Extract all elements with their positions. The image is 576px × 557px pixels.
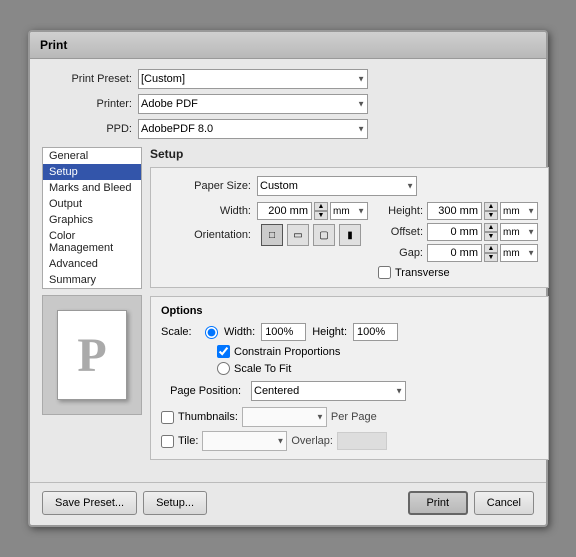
height-label: Height: <box>378 205 423 217</box>
scale-to-fit-label: Scale To Fit <box>234 363 291 375</box>
preset-select[interactable]: [Custom] <box>138 69 368 89</box>
setup-section-title: Setup <box>150 147 549 161</box>
constrain-checkbox[interactable] <box>217 345 230 358</box>
nav-item-setup[interactable]: Setup <box>43 164 141 180</box>
width-spinner-btns: ▲ ▼ <box>314 202 328 220</box>
height-spinner[interactable]: ▲ ▼ mm <box>427 202 538 220</box>
overlap-label: Overlap: <box>291 435 333 447</box>
transverse-checkbox[interactable] <box>378 266 391 279</box>
nav-item-general[interactable]: General <box>43 148 141 164</box>
print-button[interactable]: Print <box>408 491 468 515</box>
height-unit-wrapper[interactable]: mm <box>500 202 538 220</box>
height-scale-input[interactable] <box>353 323 398 341</box>
paper-size-label: Paper Size: <box>161 180 251 192</box>
width-radio-label: Width: <box>224 326 255 338</box>
nav-item-advanced[interactable]: Advanced <box>43 256 141 272</box>
dialog-title: Print <box>30 32 546 59</box>
transverse-label: Transverse <box>395 267 450 279</box>
thumbnails-label: Thumbnails: <box>178 411 238 423</box>
save-preset-button[interactable]: Save Preset... <box>42 491 137 515</box>
offset-spinner-btns: ▲ ▼ <box>484 223 498 241</box>
thumbnails-select-wrapper[interactable] <box>242 407 327 427</box>
cancel-button[interactable]: Cancel <box>474 491 534 515</box>
orient-portrait-btn[interactable]: □ <box>261 224 283 246</box>
ppd-select-wrapper[interactable]: AdobePDF 8.0 <box>138 119 368 139</box>
width-radio[interactable] <box>205 326 218 339</box>
orient-rot270-btn[interactable]: ▮ <box>339 224 361 246</box>
thumbnails-select[interactable] <box>242 407 327 427</box>
height-up-btn[interactable]: ▲ <box>484 202 498 211</box>
tile-select-wrapper[interactable] <box>202 431 287 451</box>
width-label: Width: <box>161 205 251 217</box>
paper-size-select-wrapper[interactable]: Custom <box>257 176 417 196</box>
width-unit-select[interactable]: mm <box>330 202 368 220</box>
offset-down-btn[interactable]: ▼ <box>484 232 498 241</box>
nav-list: General Setup Marks and Bleed Output Gra… <box>42 147 142 289</box>
thumbnails-checkbox[interactable] <box>161 411 174 424</box>
preset-select-wrapper[interactable]: [Custom] <box>138 69 368 89</box>
setup-button[interactable]: Setup... <box>143 491 207 515</box>
page-position-label: Page Position: <box>161 385 241 397</box>
nav-item-color[interactable]: Color Management <box>43 228 141 256</box>
width-scale-input[interactable] <box>261 323 306 341</box>
page-position-select-wrapper[interactable]: Centered <box>251 381 406 401</box>
page-position-select[interactable]: Centered <box>251 381 406 401</box>
offset-spinner[interactable]: ▲ ▼ mm <box>427 223 538 241</box>
width-down-btn[interactable]: ▼ <box>314 211 328 220</box>
height-scale-label: Height: <box>312 326 347 338</box>
width-unit-wrapper[interactable]: mm <box>330 202 368 220</box>
offset-unit-wrapper[interactable]: mm <box>500 223 538 241</box>
gap-label: Gap: <box>378 247 423 259</box>
setup-group: Paper Size: Custom Width: <box>150 167 549 288</box>
height-spinner-btns: ▲ ▼ <box>484 202 498 220</box>
constrain-label: Constrain Proportions <box>234 346 340 358</box>
height-unit-select[interactable]: mm <box>500 202 538 220</box>
gap-input[interactable] <box>427 244 482 262</box>
offset-unit-select[interactable]: mm <box>500 223 538 241</box>
gap-unit-wrapper[interactable]: mm <box>500 244 538 262</box>
orient-landscape-btn[interactable]: ▭ <box>287 224 309 246</box>
height-down-btn[interactable]: ▼ <box>484 211 498 220</box>
gap-spinner-btns: ▲ ▼ <box>484 244 498 262</box>
print-dialog: Print Print Preset: [Custom] Printer: Ad… <box>28 30 548 527</box>
tile-select[interactable] <box>202 431 287 451</box>
offset-up-btn[interactable]: ▲ <box>484 223 498 232</box>
printer-label: Printer: <box>42 98 132 110</box>
height-input[interactable] <box>427 202 482 220</box>
options-title: Options <box>161 305 538 317</box>
preview-box: P <box>42 295 142 415</box>
tile-checkbox[interactable] <box>161 435 174 448</box>
offset-input[interactable] <box>427 223 482 241</box>
width-input[interactable] <box>257 202 312 220</box>
preset-label: Print Preset: <box>42 73 132 85</box>
per-page-label: Per Page <box>331 411 377 423</box>
gap-spinner[interactable]: ▲ ▼ mm <box>427 244 538 262</box>
ppd-label: PPD: <box>42 123 132 135</box>
scale-to-fit-radio[interactable] <box>217 362 230 375</box>
printer-select[interactable]: Adobe PDF <box>138 94 368 114</box>
bottom-bar: Save Preset... Setup... Print Cancel <box>30 482 546 525</box>
ppd-select[interactable]: AdobePDF 8.0 <box>138 119 368 139</box>
nav-item-output[interactable]: Output <box>43 196 141 212</box>
nav-item-summary[interactable]: Summary <box>43 272 141 288</box>
printer-select-wrapper[interactable]: Adobe PDF <box>138 94 368 114</box>
gap-unit-select[interactable]: mm <box>500 244 538 262</box>
tile-label: Tile: <box>178 435 198 447</box>
width-up-btn[interactable]: ▲ <box>314 202 328 211</box>
nav-item-graphics[interactable]: Graphics <box>43 212 141 228</box>
scale-label: Scale: <box>161 326 199 338</box>
gap-up-btn[interactable]: ▲ <box>484 244 498 253</box>
offset-label: Offset: <box>378 226 423 238</box>
gap-down-btn[interactable]: ▼ <box>484 253 498 262</box>
paper-size-select[interactable]: Custom <box>257 176 417 196</box>
orient-rot180-btn[interactable]: ▢ <box>313 224 335 246</box>
preview-inner: P <box>57 310 127 400</box>
overlap-input <box>337 432 387 450</box>
preview-p-letter: P <box>77 328 106 383</box>
nav-item-marks[interactable]: Marks and Bleed <box>43 180 141 196</box>
options-group: Options Scale: Width: Height: Constrain … <box>150 296 549 460</box>
width-spinner[interactable]: ▲ ▼ mm <box>257 202 368 220</box>
orientation-label: Orientation: <box>161 229 251 241</box>
